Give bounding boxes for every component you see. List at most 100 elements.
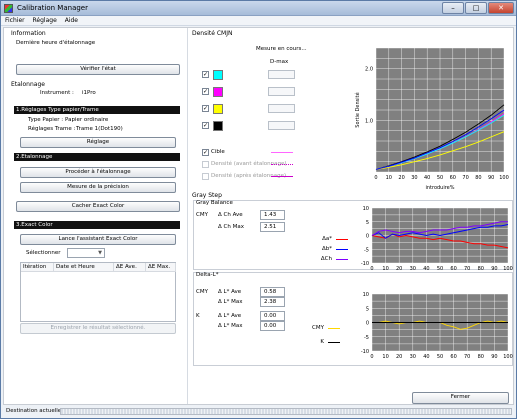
last-calibration-label: Dernière heure d'étalonnage <box>16 40 96 46</box>
col-de-max[interactable]: ΔE Max. <box>146 263 176 272</box>
channel-y-checkbox[interactable]: ✓ <box>202 105 209 112</box>
dl-legend-label-0: CMY <box>312 325 324 331</box>
channel-c-checkbox[interactable]: ✓ <box>202 71 209 78</box>
select-dropdown[interactable]: ▼ <box>67 248 105 258</box>
col-de-ave[interactable]: ΔE Ave. <box>114 263 146 272</box>
section3-title: 3.Exact Color <box>14 221 180 229</box>
dl-cmy-label: CMY <box>196 289 208 295</box>
menu-fichier[interactable]: Fichier <box>5 16 25 26</box>
chevron-down-icon: ▼ <box>98 250 102 256</box>
measuring-label: Mesure en cours... <box>256 46 307 52</box>
y-tick-0: 0 <box>366 321 369 327</box>
y-tick--5: -5 <box>364 247 369 253</box>
launch-exact-color-button[interactable]: Lance l'assistant Exact Color <box>20 234 176 245</box>
x-tick-70: 70 <box>462 175 468 181</box>
instrument-label: Instrument : <box>40 90 74 96</box>
main-window: Calibration Manager – □ ✕ Fichier Réglag… <box>0 0 517 419</box>
y-tick--5: -5 <box>364 335 369 341</box>
ch-ave-value: 1.43 <box>260 210 285 220</box>
gray-balance-chart: 0 10 20 30 40 50 60 70 80 90 100-10-50510 <box>361 206 513 272</box>
col-date-time[interactable]: Date et Heure <box>54 263 114 272</box>
gb-legend-swatch-2 <box>336 259 348 260</box>
x-tick-50: 50 <box>437 175 443 181</box>
menu-reglage[interactable]: Réglage <box>33 16 57 26</box>
channel-m-swatch <box>213 87 223 97</box>
channel-c-dmax <box>268 70 295 79</box>
x-tick-30: 30 <box>410 354 416 360</box>
channel-k-checkbox[interactable]: ✓ <box>202 122 209 129</box>
y-tick-0: 0 <box>366 234 369 240</box>
y-tick-5: 5 <box>366 220 369 226</box>
dl-k-label: K <box>196 313 200 319</box>
ch-max-value: 2.51 <box>260 222 285 232</box>
x-tick-100: 100 <box>503 354 513 360</box>
y-tick--10: -10 <box>361 261 369 267</box>
gb-legend-label-0: Δa* <box>322 236 332 242</box>
channel-y-swatch <box>213 104 223 114</box>
x-tick-10: 10 <box>382 354 388 360</box>
x-tick-100: 100 <box>499 175 509 181</box>
section2-title: 2.Etalonnage <box>14 153 180 161</box>
x-axis-label: introduire% <box>425 185 454 190</box>
menu-bar: Fichier Réglage Aide <box>1 16 516 26</box>
target-checkbox[interactable]: ✓ <box>202 149 209 156</box>
measure-accuracy-button[interactable]: Mesure de la précision <box>20 182 176 193</box>
ch-max-label: Δ Ch Max <box>218 224 244 230</box>
y-tick-1: 1.0 <box>365 118 373 124</box>
y-tick--10: -10 <box>361 349 369 355</box>
close-window-button[interactable]: ✕ <box>488 2 514 14</box>
x-tick-10: 10 <box>386 175 392 181</box>
minimize-button[interactable]: – <box>442 2 464 14</box>
channel-m-checkbox[interactable]: ✓ <box>202 88 209 95</box>
ch-ave-label: Δ Ch Ave <box>218 212 243 218</box>
x-tick-50: 50 <box>437 354 443 360</box>
title-bar[interactable]: Calibration Manager – □ ✕ <box>1 1 516 16</box>
delta-l-chart: 0 10 20 30 40 50 60 70 80 90 100 -10 -5 0 5 10 <box>361 292 513 360</box>
x-tick-80: 80 <box>475 175 481 181</box>
after-calibration-checkbox[interactable] <box>202 173 209 180</box>
x-tick-20: 20 <box>396 354 402 360</box>
col-iteration[interactable]: Itération <box>21 263 54 272</box>
etalonnage-heading: Etalonnage <box>11 81 45 88</box>
close-button[interactable]: Fermer <box>412 392 509 404</box>
paper-type-label: Type Papier : <box>28 117 64 123</box>
dl-cmy-ave-value: 0.58 <box>260 287 285 297</box>
dmax-label: D-max <box>270 59 289 65</box>
menu-aide[interactable]: Aide <box>65 16 78 26</box>
hide-exact-color-button[interactable]: Cacher Exact Color <box>16 201 180 212</box>
gray-balance-title: Gray Balance <box>196 200 233 206</box>
dl-legend-swatch-1 <box>328 342 340 343</box>
x-tick-30: 30 <box>411 175 417 181</box>
select-label: Sélectionner <box>26 250 61 256</box>
section1-title: 1.Réglages Type papier/Trame <box>14 106 180 114</box>
y-tick-10: 10 <box>363 206 369 212</box>
proceed-calibration-button[interactable]: Procéder à l'étalonnage <box>20 167 176 178</box>
densite-heading: Densité CMJN <box>192 30 233 37</box>
gray-step-heading: Gray Step <box>192 192 222 199</box>
maximize-button[interactable]: □ <box>465 2 487 14</box>
save-result-button[interactable]: Enregistrer le résultat sélectionné. <box>20 323 176 334</box>
dl-cmy-ave-label: Δ L* Ave <box>218 289 242 295</box>
dl-k-ave-label: Δ L* Ave <box>218 313 242 319</box>
y-tick-2: 2.0 <box>365 67 373 73</box>
dl-cmy-max-label: Δ L* Max <box>218 299 243 305</box>
before-calibration-checkbox[interactable] <box>202 161 209 168</box>
delta-l-title: Delta-L* <box>196 272 219 278</box>
x-tick-40: 40 <box>423 354 429 360</box>
status-text: Destination actuelle <box>6 408 62 414</box>
panel-divider <box>187 28 188 404</box>
reglage-button[interactable]: Réglage <box>20 137 176 148</box>
screen-setting-label: Réglages Trame : <box>28 126 76 132</box>
dl-k-max-label: Δ L* Max <box>218 323 243 329</box>
paper-type-value: Papier ordinaire <box>65 117 109 123</box>
dl-k-max-value: 0.00 <box>260 321 285 331</box>
channel-k-swatch <box>213 121 223 131</box>
x-tick-60: 60 <box>450 175 456 181</box>
channel-c-swatch <box>213 70 223 80</box>
channel-m-dmax <box>268 87 295 96</box>
dl-cmy-max-value: 2.38 <box>260 297 285 307</box>
iteration-table[interactable]: Itération Date et Heure ΔE Ave. ΔE Max. <box>20 262 176 322</box>
gb-legend-label-1: Δb* <box>321 246 332 252</box>
verify-status-button[interactable]: Vérifier l'état <box>16 64 180 75</box>
status-bar: Destination actuelle <box>3 406 514 417</box>
